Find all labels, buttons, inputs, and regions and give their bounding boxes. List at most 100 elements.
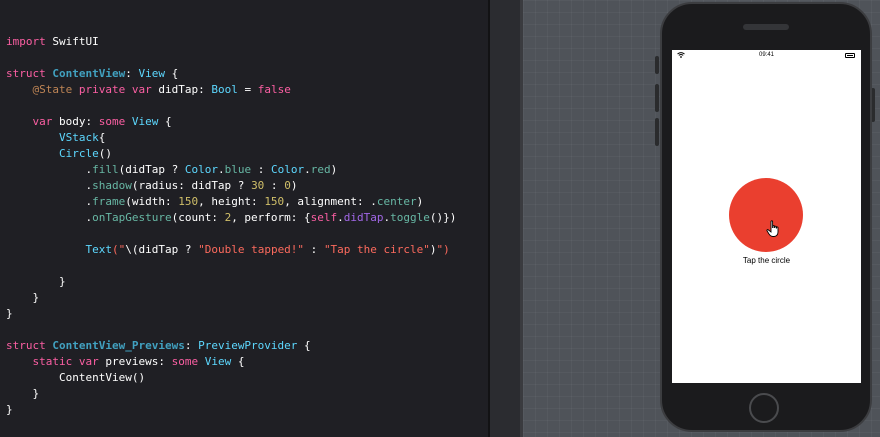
red-circle[interactable]	[729, 178, 803, 252]
code-line[interactable]	[6, 50, 456, 66]
code-token: {	[98, 131, 106, 144]
battery-icon	[845, 53, 855, 58]
circle-label: Tap the circle	[742, 256, 791, 265]
code-token: {	[158, 115, 172, 128]
code-token: (didTap ?	[118, 163, 185, 176]
code-token: ContentView()	[6, 371, 146, 384]
code-token: fill	[92, 163, 119, 176]
code-token: "Tap the circle"	[323, 243, 430, 256]
code-token: @State	[32, 83, 73, 96]
code-token: , alignment: .	[284, 195, 377, 208]
code-line[interactable]: .frame(width: 150, height: 150, alignmen…	[6, 194, 456, 210]
code-token: didTap	[343, 211, 384, 224]
code-line[interactable]	[6, 226, 456, 242]
code-token: struct	[6, 339, 46, 352]
code-token: PreviewProvider	[198, 339, 298, 352]
code-line[interactable]: var body: some View {	[6, 114, 456, 130]
hand-pointer-icon	[766, 220, 779, 237]
code-token: =	[237, 83, 258, 96]
code-token: onTapGesture	[92, 211, 172, 224]
code-token: private	[78, 83, 126, 96]
code-token: ContentView_Previews	[52, 339, 185, 352]
code-token: .	[6, 163, 93, 176]
code-token: ("	[111, 243, 126, 256]
speaker-grille	[743, 24, 789, 30]
code-token: var	[32, 115, 53, 128]
code-line[interactable]	[6, 258, 456, 274]
code-line[interactable]: Circle()	[6, 146, 456, 162]
code-token: shadow	[92, 179, 132, 192]
code-token: .	[6, 195, 93, 208]
code-token: {	[164, 67, 179, 80]
code-token: Bool	[211, 83, 238, 96]
code-line[interactable]: VStack{	[6, 130, 456, 146]
volume-down-button	[655, 118, 659, 146]
code-line[interactable]: }	[6, 274, 456, 290]
code-token: }	[6, 291, 40, 304]
code-token: View	[204, 355, 232, 368]
code-token: toggle	[390, 211, 430, 224]
code-token: ContentView	[52, 67, 126, 80]
code-token: :	[304, 243, 324, 256]
code-token: (radius: didTap ?	[131, 179, 252, 192]
code-token: )	[416, 195, 424, 208]
code-line[interactable]: import SwiftUI	[6, 34, 456, 50]
code-line[interactable]: .onTapGesture(count: 2, perform: {self.d…	[6, 210, 456, 226]
code-token: red	[310, 163, 331, 176]
code-line[interactable]: ContentView()	[6, 370, 456, 386]
home-button[interactable]	[749, 393, 779, 423]
code-token: }	[6, 307, 13, 320]
code-token: 150	[264, 195, 285, 208]
code-line[interactable]	[6, 98, 456, 114]
code-token: :	[184, 339, 199, 352]
code-token: (width:	[125, 195, 179, 208]
code-line[interactable]: }	[6, 290, 456, 306]
code-token: .	[217, 163, 225, 176]
code-line[interactable]	[6, 322, 456, 338]
code-line[interactable]: struct ContentView_Previews: PreviewProv…	[6, 338, 456, 354]
code-token: frame	[92, 195, 126, 208]
code-token: }	[6, 387, 40, 400]
code-line[interactable]: }	[6, 306, 456, 322]
code-line[interactable]: .fill(didTap ? Color.blue : Color.red)	[6, 162, 456, 178]
code-token: .	[337, 211, 344, 224]
code-token: ")	[436, 243, 450, 256]
code-token: blue	[224, 163, 252, 176]
code-line[interactable]: .shadow(radius: didTap ? 30 : 0)	[6, 178, 456, 194]
code-token: .	[6, 211, 93, 224]
code-line[interactable]: static var previews: some View {	[6, 354, 456, 370]
code-lines: import SwiftUI struct ContentView: View …	[0, 34, 489, 418]
code-token: {	[297, 339, 311, 352]
code-token: View	[138, 67, 165, 80]
code-token: some	[171, 355, 199, 368]
volume-up-button	[655, 84, 659, 112]
code-line[interactable]: struct ContentView: View {	[6, 66, 456, 82]
code-token: )	[330, 163, 338, 176]
code-token: {	[231, 355, 245, 368]
code-token: Color	[184, 163, 218, 176]
code-token: struct	[6, 67, 46, 80]
code-line[interactable]: @State private var didTap: Bool = false	[6, 82, 456, 98]
code-line[interactable]: Text("\(didTap ? "Double tapped!" : "Tap…	[0, 242, 489, 258]
code-token: some	[98, 115, 126, 128]
status-time: 09:41	[758, 52, 774, 58]
code-token: ()	[98, 147, 112, 160]
code-token: }	[6, 275, 66, 288]
code-token: \(didTap ?	[125, 243, 199, 256]
simulator-screen[interactable]: 09:41 Tap the circle	[672, 50, 861, 383]
code-token: , height:	[198, 195, 265, 208]
status-bar: 09:41	[672, 50, 861, 62]
code-token: .	[6, 179, 93, 192]
code-token: (count:	[171, 211, 225, 224]
code-token: )	[290, 179, 298, 192]
code-line[interactable]: }	[6, 402, 456, 418]
code-token: Circle	[58, 147, 99, 160]
code-token: didTap:	[151, 83, 212, 96]
code-editor[interactable]: import SwiftUI struct ContentView: View …	[0, 0, 489, 437]
code-line[interactable]: }	[6, 386, 456, 402]
